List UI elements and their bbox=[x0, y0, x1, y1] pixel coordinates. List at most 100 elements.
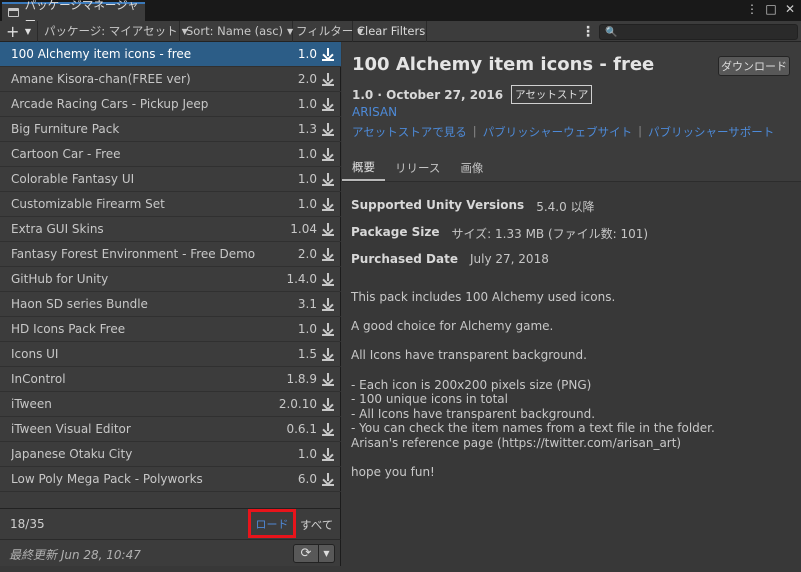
publisher-website-link[interactable]: パブリッシャーウェブサイト bbox=[483, 124, 633, 140]
tab-images[interactable]: 画像 bbox=[450, 154, 493, 181]
publisher-support-link[interactable]: パブリッシャーサポート bbox=[648, 124, 774, 140]
version-line: 1.0 · October 27, 2016 アセットストア bbox=[352, 85, 593, 104]
package-version: 2.0 bbox=[297, 72, 317, 86]
package-list-item[interactable]: GitHub for Unity 1.4.0 bbox=[0, 267, 341, 292]
package-title: 100 Alchemy item icons - free bbox=[352, 54, 655, 75]
link-separator: | bbox=[638, 124, 643, 138]
download-icon[interactable] bbox=[322, 147, 334, 161]
window-tab[interactable]: パッケージマネージャー bbox=[2, 0, 145, 28]
package-name: Amane Kisora-chan(FREE ver) bbox=[11, 72, 191, 86]
package-version: 1.0 bbox=[297, 447, 317, 461]
package-name: Big Furniture Pack bbox=[11, 122, 120, 136]
package-version: 1.0 bbox=[297, 97, 317, 111]
download-icon[interactable] bbox=[322, 222, 334, 236]
package-version: 6.0 bbox=[297, 472, 317, 486]
package-list-item[interactable]: Low Poly Mega Pack - Polyworks 6.0 bbox=[0, 467, 341, 492]
description-line: All Icons have transparent background. bbox=[351, 348, 587, 363]
package-version: 1.04 bbox=[290, 222, 317, 236]
download-icon[interactable] bbox=[322, 347, 334, 361]
package-list-item[interactable]: iTween 2.0.10 bbox=[0, 392, 341, 417]
package-name: Low Poly Mega Pack - Polyworks bbox=[11, 472, 203, 486]
package-version: 1.8.9 bbox=[286, 372, 317, 386]
package-list-item[interactable]: Japanese Otaku City 1.0 bbox=[0, 442, 341, 467]
package-list-item[interactable]: Cartoon Car - Free 1.0 bbox=[0, 142, 341, 167]
asset-store-badge: アセットストア bbox=[511, 85, 593, 104]
package-version: 1.0 bbox=[297, 172, 317, 186]
sort-dropdown[interactable]: Sort: Name (asc) ▼ bbox=[180, 20, 293, 42]
package-name: GitHub for Unity bbox=[11, 272, 109, 286]
package-list-item[interactable]: Big Furniture Pack 1.3 bbox=[0, 117, 341, 142]
package-list-item[interactable]: Extra GUI Skins 1.04 bbox=[0, 217, 341, 242]
load-button[interactable]: ロード bbox=[248, 509, 296, 538]
download-icon[interactable] bbox=[322, 97, 334, 111]
package-source-dropdown[interactable]: パッケージ: マイアセット ▼ bbox=[38, 20, 188, 42]
add-package-button[interactable]: + ▼ bbox=[0, 20, 38, 42]
package-name: InControl bbox=[11, 372, 66, 386]
download-icon[interactable] bbox=[322, 322, 334, 336]
description-line bbox=[351, 305, 791, 320]
package-list-item[interactable]: HD Icons Pack Free 1.0 bbox=[0, 317, 341, 342]
package-description: This pack includes 100 Alchemy used icon… bbox=[351, 290, 791, 480]
download-icon[interactable] bbox=[322, 47, 334, 61]
overview-panel: Supported Unity Versions 5.4.0 以降 Packag… bbox=[342, 181, 801, 566]
package-name: Japanese Otaku City bbox=[11, 447, 133, 461]
load-all-button[interactable]: すべて bbox=[300, 517, 333, 533]
window-controls: ⋮ □ ✕ bbox=[745, 2, 797, 16]
download-button[interactable]: ダウンロード bbox=[718, 56, 790, 76]
maximize-icon[interactable]: □ bbox=[764, 2, 778, 16]
download-icon[interactable] bbox=[322, 272, 334, 286]
refresh-dropdown-button[interactable]: ▼ bbox=[319, 544, 335, 563]
package-list: 100 Alchemy item icons - free 1.0 Amane Ki… bbox=[0, 42, 341, 508]
supported-versions-label: Supported Unity Versions bbox=[351, 198, 525, 212]
filter-dropdown[interactable]: フィルター ▼ bbox=[293, 20, 363, 42]
author-link[interactable]: ARISAN bbox=[352, 105, 397, 119]
package-list-item[interactable]: Amane Kisora-chan(FREE ver) 2.0 bbox=[0, 67, 341, 92]
package-version: 3.1 bbox=[297, 297, 317, 311]
refresh-button[interactable]: ⟳ bbox=[293, 544, 319, 563]
purchased-date-value: July 27, 2018 bbox=[470, 252, 549, 266]
download-icon[interactable] bbox=[322, 372, 334, 386]
package-list-item[interactable]: 100 Alchemy item icons - free 1.0 bbox=[0, 42, 341, 67]
package-list-item[interactable]: Icons UI 1.5 bbox=[0, 342, 341, 367]
package-list-item[interactable]: Haon SD series Bundle 3.1 bbox=[0, 292, 341, 317]
link-separator: | bbox=[472, 124, 477, 138]
package-list-item[interactable]: Customizable Firearm Set 1.0 bbox=[0, 192, 341, 217]
search-input[interactable]: 🔍 bbox=[599, 24, 798, 40]
package-size-value: サイズ: 1.33 MB (ファイル数: 101) bbox=[451, 227, 649, 241]
download-icon[interactable] bbox=[322, 172, 334, 186]
window-menu-icon[interactable]: ⋮ bbox=[745, 2, 759, 16]
toolbar-menu-icon[interactable]: ⋮ bbox=[581, 21, 595, 42]
description-line: Arisan's reference page (https://twitter… bbox=[351, 435, 682, 450]
package-count: 18/35 bbox=[10, 517, 45, 531]
package-version: 1.5 bbox=[297, 347, 317, 361]
clear-filters-button[interactable]: Clear Filters bbox=[353, 20, 427, 42]
package-list-item[interactable]: iTween Visual Editor 0.6.1 bbox=[0, 417, 341, 442]
package-icon bbox=[8, 8, 19, 17]
download-icon[interactable] bbox=[322, 422, 334, 436]
description-line bbox=[351, 363, 791, 378]
download-icon[interactable] bbox=[322, 472, 334, 486]
download-icon[interactable] bbox=[322, 247, 334, 261]
package-name: HD Icons Pack Free bbox=[11, 322, 126, 336]
download-icon[interactable] bbox=[322, 297, 334, 311]
download-icon[interactable] bbox=[322, 122, 334, 136]
package-list-item[interactable]: Colorable Fantasy UI 1.0 bbox=[0, 167, 341, 192]
tab-overview[interactable]: 概要 bbox=[342, 154, 385, 181]
package-list-item[interactable]: Arcade Racing Cars - Pickup Jeep 1.0 bbox=[0, 92, 341, 117]
close-icon[interactable]: ✕ bbox=[783, 2, 797, 16]
package-version: 1.0 bbox=[297, 147, 317, 161]
tab-releases[interactable]: リリース bbox=[385, 154, 450, 181]
package-version: 1.0 bbox=[297, 197, 317, 211]
package-version: 1.0 bbox=[297, 47, 317, 61]
version-date: 1.0 · October 27, 2016 bbox=[352, 87, 504, 102]
download-icon[interactable] bbox=[322, 197, 334, 211]
package-list-item[interactable]: Fantasy Forest Environment - Free Demo 2.… bbox=[0, 242, 341, 267]
package-list-item[interactable]: InControl 1.8.9 bbox=[0, 367, 341, 392]
download-icon[interactable] bbox=[322, 397, 334, 411]
view-in-asset-store-link[interactable]: アセットストアで見る bbox=[352, 124, 467, 140]
package-version: 2.0.10 bbox=[278, 397, 317, 411]
download-icon[interactable] bbox=[322, 72, 334, 86]
download-icon[interactable] bbox=[322, 447, 334, 461]
description-line: hope you fun! bbox=[351, 465, 435, 480]
refresh-icon: ⟳ bbox=[300, 546, 312, 561]
